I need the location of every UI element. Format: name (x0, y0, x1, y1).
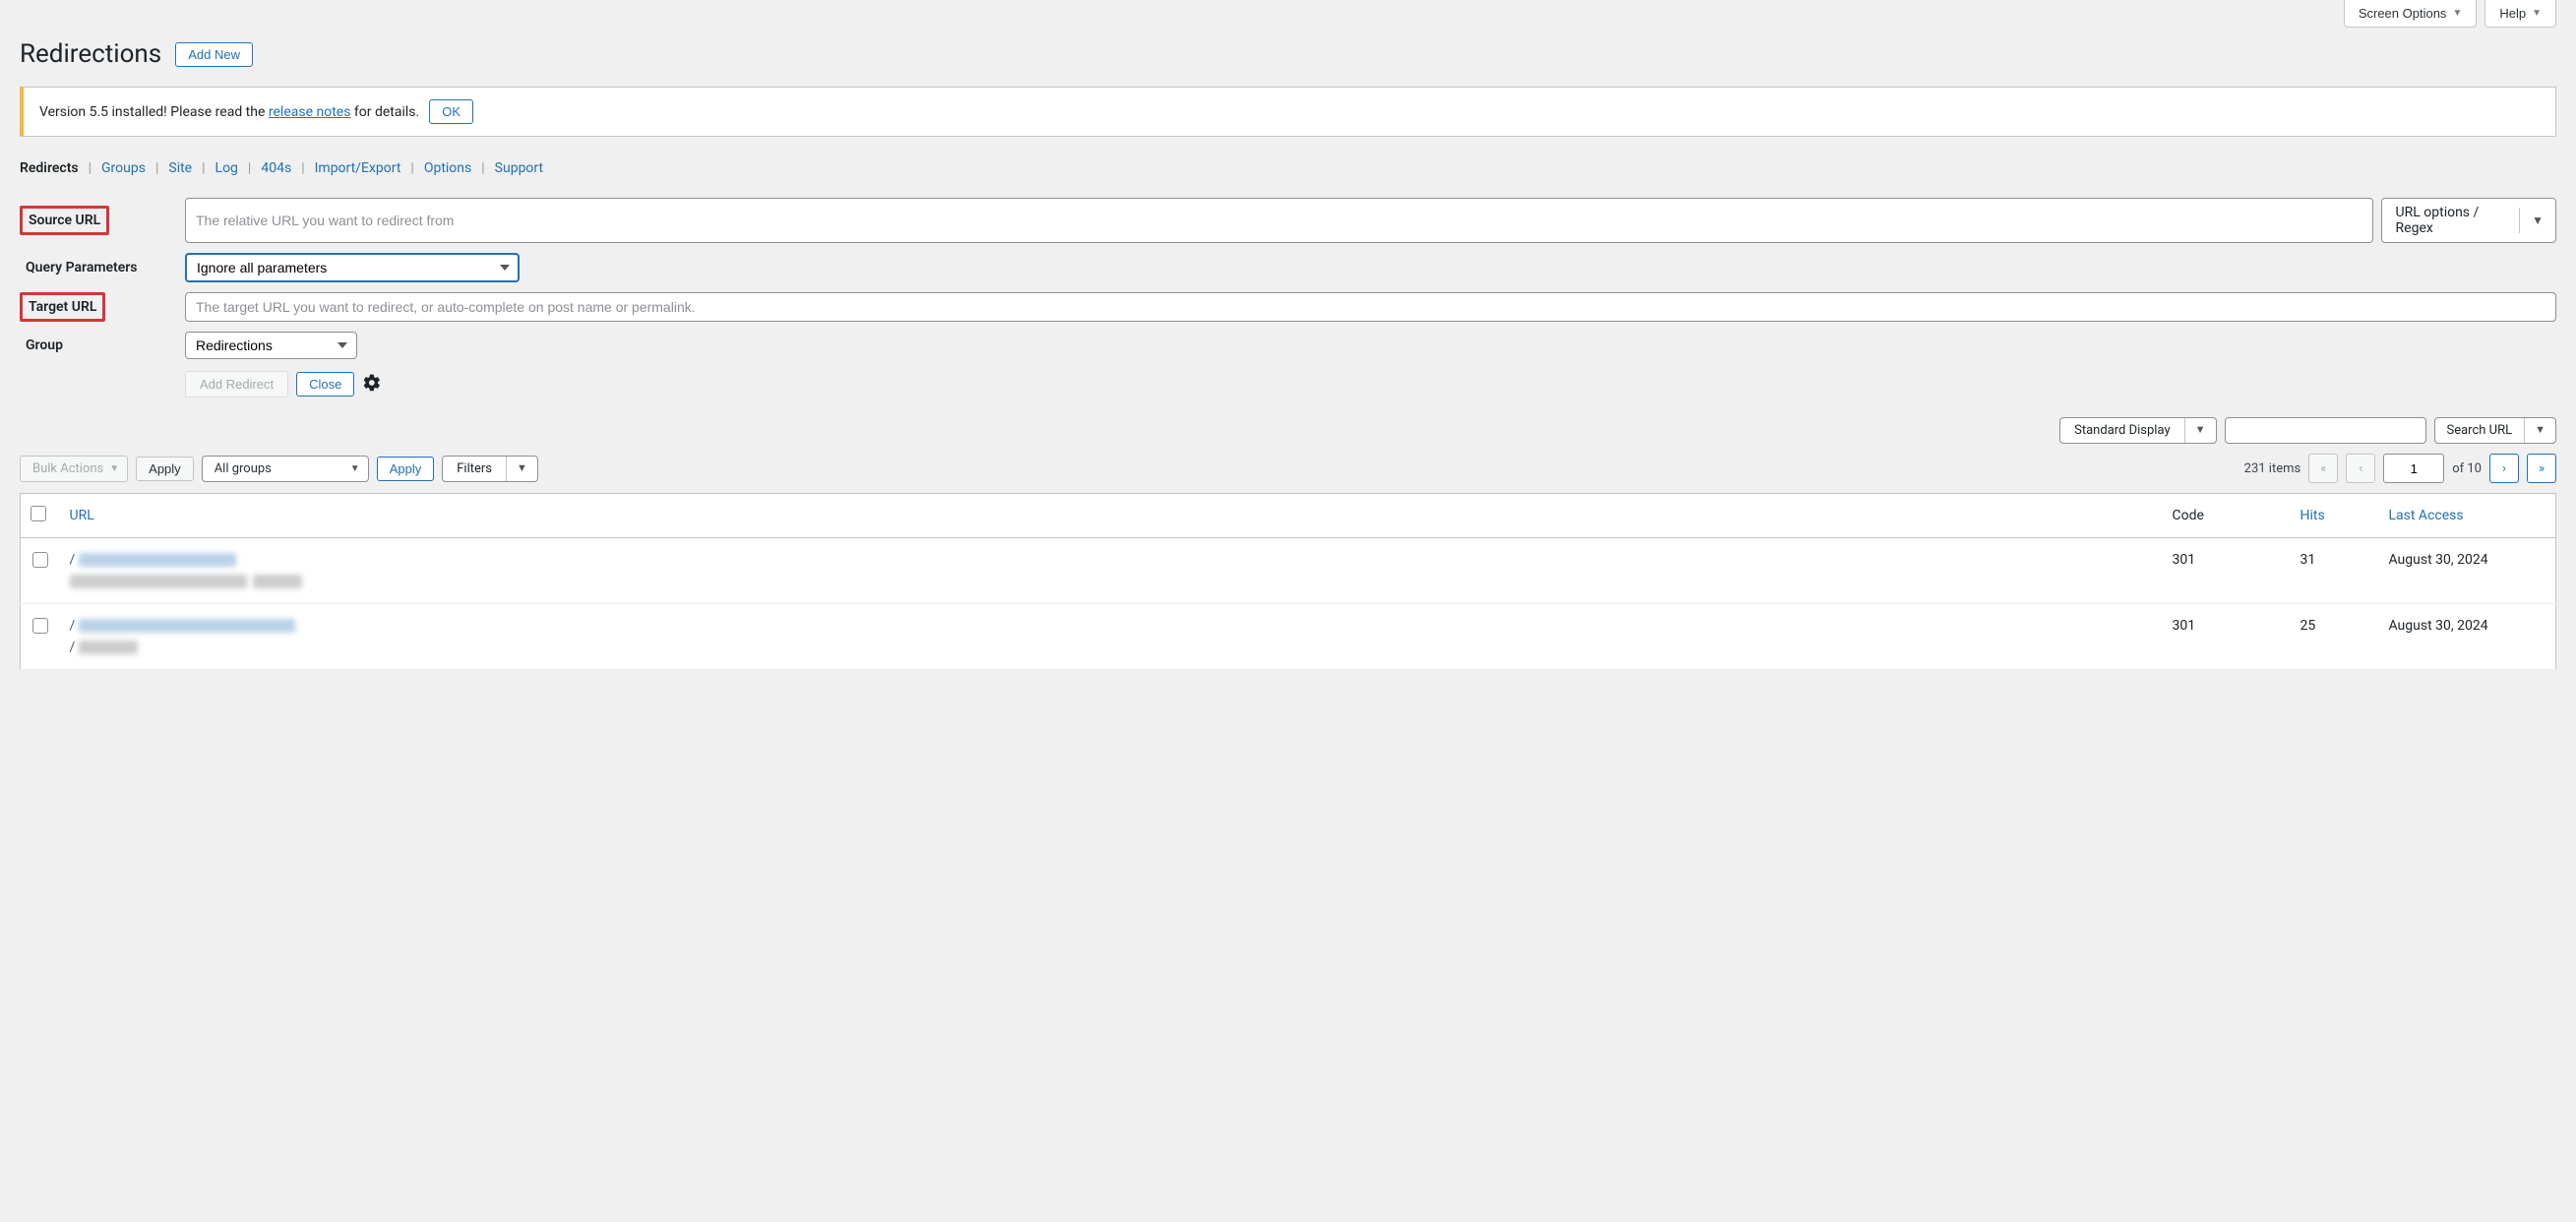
chevron-down-icon: ▼ (2184, 418, 2216, 443)
table-row: / / 301 25 August 30, 2024 (21, 604, 2556, 670)
last-cell: August 30, 2024 (2379, 538, 2556, 604)
notice-text: Version 5.5 installed! Please read the r… (39, 104, 419, 120)
query-params-label: Query Parameters (20, 256, 144, 279)
query-params-select[interactable]: Ignore all parameters (185, 253, 520, 282)
subnav-import-export[interactable]: Import/Export (315, 160, 401, 176)
search-url-label: Search URL (2435, 418, 2525, 443)
subnav-options[interactable]: Options (424, 160, 471, 176)
prev-page-button: ‹ (2346, 454, 2375, 483)
url-options-label: URL options / Regex (2382, 199, 2520, 242)
source-url-label: Source URL (20, 206, 109, 235)
url-cell[interactable]: / (60, 538, 2163, 604)
code-cell: 301 (2163, 538, 2291, 604)
hits-cell: 25 (2291, 604, 2379, 670)
select-all-checkbox[interactable] (31, 506, 46, 521)
subnav-site[interactable]: Site (168, 160, 192, 176)
chevron-down-icon: ▼ (2532, 8, 2542, 19)
chevron-down-icon: ▼ (2519, 208, 2555, 233)
search-url-button[interactable]: Search URL ▼ (2434, 417, 2557, 444)
url-cell[interactable]: / / (60, 604, 2163, 670)
chevron-down-icon: ▼ (2524, 418, 2555, 443)
target-url-input[interactable] (185, 292, 2556, 322)
notice-ok-button[interactable]: OK (429, 99, 473, 124)
next-page-button[interactable]: › (2489, 454, 2519, 483)
subnav-groups[interactable]: Groups (101, 160, 146, 176)
bulk-actions-dropdown[interactable]: Bulk Actions ▼ (20, 456, 128, 482)
subnav: Redirects | Groups | Site | Log | 404s |… (20, 160, 2556, 176)
update-notice: Version 5.5 installed! Please read the r… (20, 87, 2556, 137)
code-cell: 301 (2163, 604, 2291, 670)
screen-options-label: Screen Options (2359, 6, 2447, 21)
gear-icon[interactable] (362, 373, 382, 397)
page-title: Redirections (20, 39, 161, 69)
display-mode-label: Standard Display (2060, 418, 2183, 443)
col-code: Code (2163, 494, 2291, 538)
page-of-text: of 10 (2452, 461, 2482, 476)
first-page-button: « (2308, 454, 2338, 483)
groups-filter-label: All groups (215, 461, 272, 476)
table-row: / 301 31 August 30, 2024 (21, 538, 2556, 604)
bulk-apply-button[interactable]: Apply (136, 457, 194, 481)
source-url-input[interactable] (185, 198, 2373, 243)
subnav-log[interactable]: Log (215, 160, 238, 176)
subnav-support[interactable]: Support (495, 160, 543, 176)
filters-dropdown[interactable]: Filters ▼ (442, 456, 538, 482)
help-button[interactable]: Help ▼ (2484, 0, 2556, 28)
help-label: Help (2499, 6, 2526, 21)
col-hits[interactable]: Hits (2291, 494, 2379, 538)
redirects-table: URL Code Hits Last Access / 301 31 Augus… (20, 493, 2556, 670)
screen-options-button[interactable]: Screen Options ▼ (2344, 0, 2478, 28)
release-notes-link[interactable]: release notes (269, 104, 351, 120)
group-label: Group (20, 334, 69, 357)
group-select[interactable]: Redirections (185, 332, 357, 359)
last-cell: August 30, 2024 (2379, 604, 2556, 670)
filter-apply-button[interactable]: Apply (377, 457, 435, 481)
search-input[interactable] (2225, 417, 2426, 444)
close-button[interactable]: Close (296, 372, 354, 397)
row-checkbox[interactable] (32, 552, 48, 568)
items-count: 231 items (2244, 461, 2301, 476)
row-checkbox[interactable] (32, 618, 48, 634)
add-new-button[interactable]: Add New (175, 42, 253, 67)
chevron-down-icon: ▼ (506, 457, 537, 481)
add-redirect-button[interactable]: Add Redirect (185, 371, 288, 397)
target-url-label: Target URL (20, 292, 105, 322)
url-options-dropdown[interactable]: URL options / Regex ▼ (2381, 198, 2556, 243)
subnav-404s[interactable]: 404s (261, 160, 291, 176)
chevron-down-icon: ▼ (109, 463, 119, 474)
subnav-redirects[interactable]: Redirects (20, 160, 79, 176)
hits-cell: 31 (2291, 538, 2379, 604)
filters-label: Filters (443, 457, 506, 481)
bulk-actions-label: Bulk Actions (32, 461, 103, 476)
groups-filter-dropdown[interactable]: All groups ▼ (202, 456, 369, 482)
display-mode-dropdown[interactable]: Standard Display ▼ (2059, 417, 2216, 444)
last-page-button[interactable]: » (2527, 454, 2556, 483)
chevron-down-icon: ▼ (2452, 8, 2462, 19)
col-url[interactable]: URL (60, 494, 2163, 538)
page-input[interactable] (2383, 454, 2444, 483)
col-last[interactable]: Last Access (2379, 494, 2556, 538)
chevron-down-icon: ▼ (350, 463, 360, 474)
